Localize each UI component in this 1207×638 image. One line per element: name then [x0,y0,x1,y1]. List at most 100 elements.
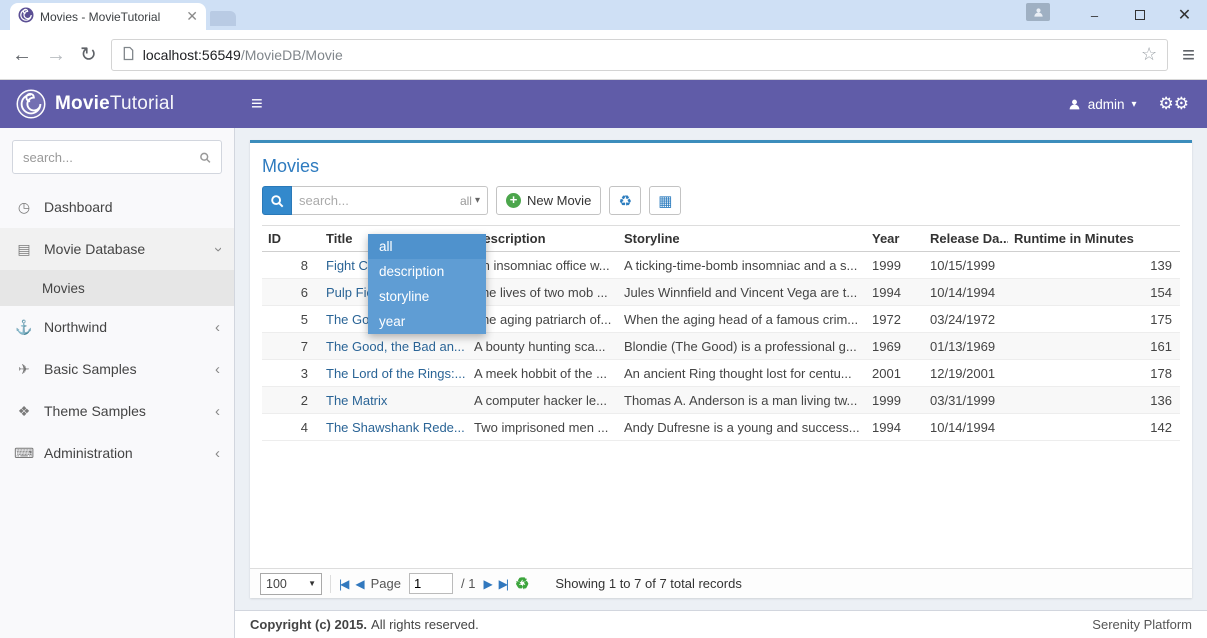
refresh-icon[interactable]: ↻ [80,45,97,65]
table-row[interactable]: 4 The Shawshank Rede... Two imprisoned m… [262,414,1180,441]
maximize-button[interactable] [1117,0,1162,30]
platform-label: Serenity Platform [1092,617,1192,632]
content-area: Movies all ▾ [235,128,1207,610]
dropdown-option-year[interactable]: year [368,309,486,334]
search-button[interactable] [262,186,292,215]
dropdown-option-all[interactable]: all [368,234,486,259]
copyright-bold: Copyright (c) 2015. [250,617,367,632]
profile-icon[interactable] [1026,3,1050,21]
movie-link[interactable]: The Lord of the Rings:... [326,366,465,381]
next-page-button[interactable]: ▶ [483,577,490,591]
page-total: / 1 [461,576,475,591]
favicon-icon [18,7,34,26]
pager-refresh-icon[interactable]: ♻ [515,574,529,594]
tab-title: Movies - MovieTutorial [40,10,180,24]
table-row[interactable]: 7 The Good, the Bad an... A bounty hunti… [262,333,1180,360]
browser-titlebar: Movies - MovieTutorial ✕ – ✕ [0,0,1207,30]
sidebar-search-input[interactable] [23,150,199,165]
chevron-left-icon: ‹ [215,361,220,378]
search-icon [199,151,211,164]
chevron-left-icon: ‹ [215,445,220,462]
back-icon[interactable]: ← [12,45,32,65]
theme-icon: ❖ [14,403,34,420]
page-input[interactable] [409,573,453,594]
column-header-storyline[interactable]: Storyline [618,226,866,252]
database-icon: ▤ [14,241,34,258]
last-page-button[interactable]: ▶| [499,577,507,591]
sidebar-toggle-icon[interactable]: ≡ [235,93,279,116]
column-header-description[interactable]: Description [468,226,618,252]
sidebar-item-northwind[interactable]: ⚓ Northwind ‹ [0,306,234,348]
search-field-select[interactable]: all ▾ [460,194,480,208]
brand-text: MovieTutorial [55,93,174,115]
movie-link[interactable]: The Matrix [326,393,387,408]
sidebar-item-dashboard[interactable]: ◷ Dashboard [0,186,234,228]
sidebar-item-movies[interactable]: Movies [0,270,234,306]
url-bar[interactable]: localhost:56549/MovieDB/Movie ☆ [111,39,1168,71]
quick-search-input[interactable] [299,193,456,208]
pager-status: Showing 1 to 7 of 7 total records [555,576,741,591]
maximize-icon [1135,10,1145,20]
minimize-button[interactable]: – [1072,0,1117,30]
dropdown-option-storyline[interactable]: storyline [368,284,486,309]
grid-pager: 100 ▼ |◀ ◀ Page / 1 ▶ ▶| ♻ Showing 1 to … [250,568,1192,598]
search-field-dropdown: all description storyline year [368,234,486,334]
close-button[interactable]: ✕ [1162,0,1207,30]
search-icon [270,194,284,208]
new-movie-button[interactable]: + New Movie [496,186,601,215]
page-label: Page [371,576,401,591]
copyright-rest: All rights reserved. [371,617,479,632]
desktop-icon: ⌨ [14,445,34,462]
sidebar-item-basic-samples[interactable]: ✈ Basic Samples ‹ [0,348,234,390]
column-header-release[interactable]: Release Da... [924,226,1008,252]
column-header-id[interactable]: ID [262,226,320,252]
dropdown-option-description[interactable]: description [368,259,486,284]
sidebar: ◷ Dashboard ▤ Movie Database ‹ Movies ⚓ … [0,128,235,638]
movies-panel: Movies all ▾ [250,140,1192,598]
brand-light: Tutorial [110,93,174,114]
movie-link[interactable]: The Good, the Bad an... [326,339,465,354]
browser-addressbar: ← → ↻ localhost:56549/MovieDB/Movie ☆ ≡ [0,30,1207,80]
user-menu[interactable]: admin ▾ [1068,97,1137,112]
url-host: localhost:56549 [143,47,241,63]
url-text: localhost:56549/MovieDB/Movie [143,47,1133,63]
column-header-year[interactable]: Year [866,226,924,252]
browser-menu-icon[interactable]: ≡ [1182,42,1195,68]
grid-toolbar: all ▾ + New Movie ♻ [250,186,1192,225]
new-tab-button[interactable] [210,11,236,26]
page-icon [122,46,135,64]
brand[interactable]: MovieTutorial [0,89,235,119]
app-navbar: MovieTutorial ≡ admin ▾ ⚙⚙ [0,80,1207,128]
browser-tab[interactable]: Movies - MovieTutorial ✕ [10,3,206,30]
sidebar-search[interactable] [12,140,222,174]
paper-plane-icon: ✈ [14,361,34,378]
table-row[interactable]: 3 The Lord of the Rings:... A meek hobbi… [262,360,1180,387]
gears-icon[interactable]: ⚙⚙ [1159,94,1189,114]
movie-link[interactable]: The Shawshank Rede... [326,420,465,435]
quick-search[interactable]: all ▾ [292,186,488,215]
chevron-left-icon: ‹ [215,319,220,336]
select-arrow-icon: ▼ [308,579,316,588]
column-header-runtime[interactable]: Runtime in Minutes [1008,226,1180,252]
table-row[interactable]: 2 The Matrix A computer hacker le... Tho… [262,387,1180,414]
column-picker-button[interactable]: ▦ [649,186,681,215]
first-page-button[interactable]: |◀ [339,577,347,591]
chevron-left-icon: ‹ [215,403,220,420]
dashboard-icon: ◷ [14,199,34,216]
forward-icon[interactable]: → [46,45,66,65]
caret-down-icon: ▾ [475,195,480,206]
sidebar-item-movie-database[interactable]: ▤ Movie Database ‹ [0,228,234,270]
user-icon [1068,98,1081,111]
prev-page-button[interactable]: ◀ [355,577,362,591]
app-footer: Copyright (c) 2015.All rights reserved. … [235,610,1207,638]
include-deleted-button[interactable]: ♻ [609,186,641,215]
tab-close-icon[interactable]: ✕ [186,8,198,25]
sidebar-item-theme-samples[interactable]: ❖ Theme Samples ‹ [0,390,234,432]
page-size-select[interactable]: 100 ▼ [260,573,322,595]
brand-logo-icon [16,89,46,119]
sidebar-item-administration[interactable]: ⌨ Administration ‹ [0,432,234,474]
plus-icon: + [506,193,521,208]
sidebar-menu: ◷ Dashboard ▤ Movie Database ‹ Movies ⚓ … [0,186,234,474]
page-title: Movies [250,143,1192,186]
bookmark-star-icon[interactable]: ☆ [1141,44,1157,65]
